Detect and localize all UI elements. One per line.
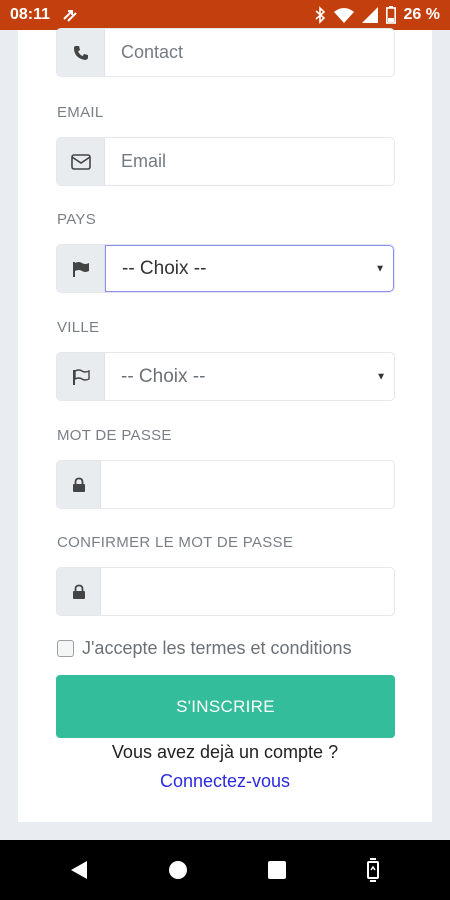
password-field[interactable] [101, 461, 394, 508]
lock-icon [57, 568, 101, 615]
system-nav-bar [0, 840, 450, 900]
back-icon[interactable] [69, 859, 89, 881]
terms-row: J'accepte les termes et conditions [57, 638, 352, 659]
contact-input-group: Contact [56, 28, 395, 77]
pays-select[interactable]: -- Choix -- ▼ [105, 245, 394, 292]
chevron-down-icon: ▼ [376, 371, 386, 382]
terms-checkbox[interactable] [57, 640, 74, 657]
flag-outline-icon [57, 353, 105, 400]
lock-icon [57, 461, 101, 508]
transfer-icon [62, 7, 78, 23]
flag-solid-icon [57, 245, 105, 292]
signal-icon [361, 7, 378, 23]
status-bar: 08:11 26 % [0, 0, 450, 30]
confirm-password-label: CONFIRMER LE MOT DE PASSE [57, 534, 294, 551]
battery-level: 26 % [403, 6, 440, 23]
login-link[interactable]: Connectez-vous [0, 771, 450, 792]
phone-icon [57, 29, 105, 76]
password-label: MOT DE PASSE [57, 427, 172, 444]
battery-icon [385, 6, 396, 24]
already-account-text: Vous avez dejà un compte ? [111, 742, 339, 762]
confirm-password-field[interactable] [101, 568, 394, 615]
contact-placeholder: Contact [121, 42, 184, 62]
email-placeholder: Email [121, 151, 167, 171]
password-input-group [56, 460, 395, 509]
terms-label[interactable]: J'accepte les termes et conditions [82, 638, 352, 659]
recents-icon[interactable] [267, 860, 287, 880]
email-field[interactable]: Email [105, 138, 394, 185]
email-input-group: Email [56, 137, 395, 186]
pays-input-group: -- Choix -- ▼ [56, 244, 395, 293]
pays-label: PAYS [57, 211, 96, 228]
clock: 08:11 [10, 6, 51, 23]
email-label: EMAIL [57, 104, 104, 121]
home-icon[interactable] [167, 859, 189, 881]
ville-select[interactable]: -- Choix -- ▼ [105, 353, 394, 400]
register-button[interactable]: S'INSCRIRE [56, 675, 395, 738]
envelope-icon [57, 138, 105, 185]
confirm-password-input-group [56, 567, 395, 616]
wifi-icon [333, 7, 354, 23]
pays-selected: -- Choix -- [122, 257, 207, 279]
ville-selected: -- Choix -- [121, 365, 206, 387]
ville-label: VILLE [57, 319, 100, 336]
chevron-down-icon: ▼ [375, 263, 385, 274]
contact-field[interactable]: Contact [105, 29, 394, 76]
bluetooth-icon [314, 6, 326, 24]
rotate-icon[interactable] [365, 858, 381, 882]
ville-input-group: -- Choix -- ▼ [56, 352, 395, 401]
